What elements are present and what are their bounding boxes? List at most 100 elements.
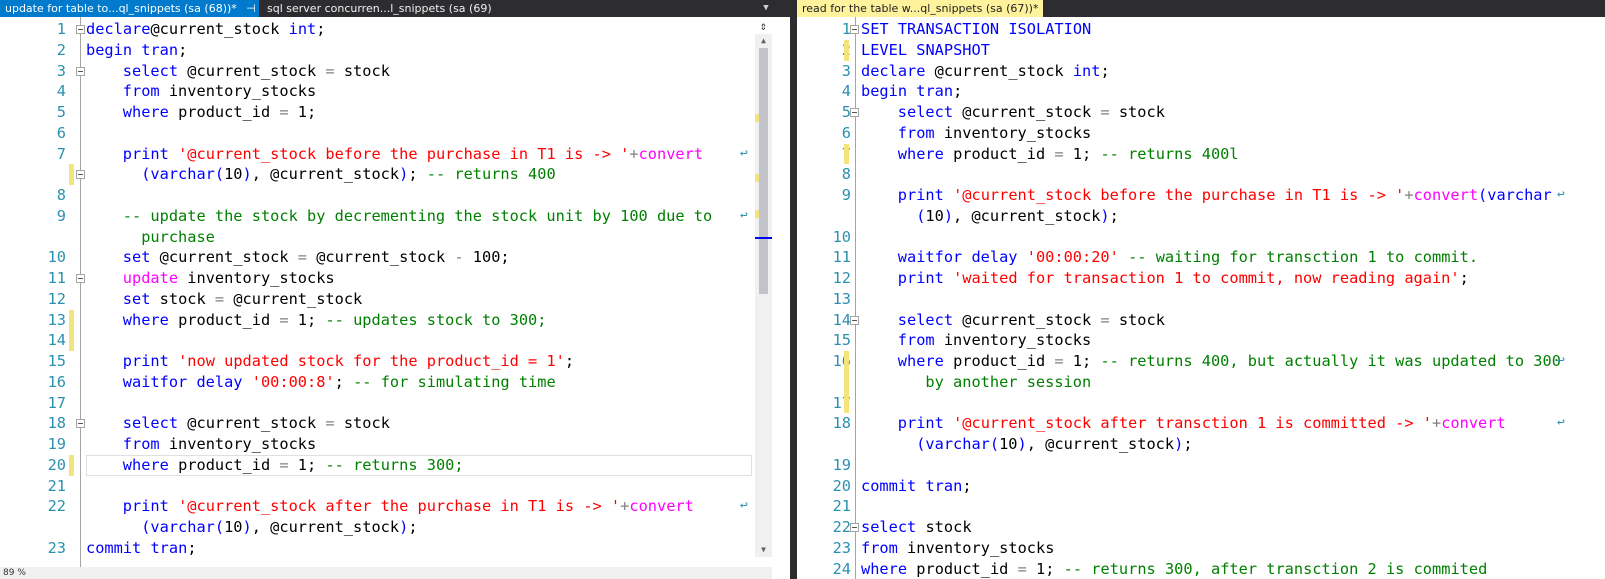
code-line[interactable]: 9 -- update the stock by decrementing the… xyxy=(0,206,790,227)
code-token: -- returns 400l xyxy=(1100,144,1239,163)
code-line[interactable]: 23 commit tran; xyxy=(0,538,790,559)
code-line[interactable]: 5 select @current_stock = stock xyxy=(797,102,1605,123)
code-line[interactable]: 2LEVEL SNAPSHOT xyxy=(797,39,1605,61)
scroll-down-icon[interactable]: ▼ xyxy=(755,543,772,557)
code-line[interactable]: 20 where product_id = 1; -- returns 300; xyxy=(0,454,790,476)
code-text: commit tran; xyxy=(86,538,197,559)
code-token: @current_stock xyxy=(150,20,289,38)
code-line[interactable]: 21 xyxy=(797,496,1605,517)
line-number: 13 xyxy=(832,289,851,308)
code-line[interactable]: 12 print 'waited for transaction 1 to com… xyxy=(797,268,1605,289)
code-line[interactable]: 7where product_id = 1; -- returns 400l xyxy=(797,143,1605,165)
code-line[interactable]: 8 xyxy=(0,185,790,206)
fold-collapse-icon[interactable] xyxy=(850,523,859,532)
code-token: = xyxy=(1054,352,1064,370)
code-line[interactable]: 19 from inventory_stocks xyxy=(0,434,790,455)
code-line[interactable]: 18 print '@current_stock after transction… xyxy=(797,413,1605,434)
code-line[interactable]: 17 xyxy=(0,393,790,414)
code-line[interactable]: 24 where product_id = 1; -- returns 300, … xyxy=(797,559,1605,579)
code-line[interactable]: 22 print '@current_stock after the purcha… xyxy=(0,496,790,517)
code-line[interactable]: 4 begin tran; xyxy=(797,81,1605,102)
code-line[interactable]: (varchar(10), @current_stock); xyxy=(0,517,790,538)
code-line[interactable]: 3 select @current_stock = stock xyxy=(0,61,790,82)
code-line[interactable]: purchase xyxy=(0,227,790,248)
code-line[interactable]: 1 SET TRANSACTION ISOLATION xyxy=(797,19,1605,40)
code-token: 10 xyxy=(925,206,944,225)
code-token: set xyxy=(122,248,151,267)
pin-icon[interactable]: ⊣ xyxy=(246,0,256,17)
left-code-editor[interactable]: 1 declare@current_stock int; 2 begin tran; 3… xyxy=(0,17,790,579)
fold-collapse-icon[interactable] xyxy=(76,419,85,429)
code-line[interactable]: 5 where product_id = 1; xyxy=(0,102,790,123)
code-line[interactable]: 13 xyxy=(797,289,1605,310)
code-line[interactable]: 2 begin tran; xyxy=(0,40,790,61)
code-line[interactable]: 1 declare@current_stock int; xyxy=(0,19,790,40)
left-horizontal-scrollbar[interactable] xyxy=(0,567,772,579)
code-line[interactable]: 12 set stock = @current_stock xyxy=(0,289,790,310)
code-line[interactable]: 4 from inventory_stocks xyxy=(0,81,790,102)
code-text: print 'waited for transaction 1 to commi… xyxy=(898,268,1469,289)
code-line[interactable]: 11 update inventory_stocks xyxy=(0,268,790,289)
code-line[interactable]: 8 xyxy=(797,164,1605,185)
code-line[interactable]: 6 from inventory_stocks xyxy=(797,123,1605,144)
code-line[interactable]: 11 waitfor delay '00:00:20' -- waiting fo… xyxy=(797,247,1605,268)
fold-collapse-icon[interactable] xyxy=(850,315,859,325)
code-line[interactable]: 10 set @current_stock = @current_stock - … xyxy=(0,247,790,268)
word-wrap-icon: ↩ xyxy=(740,207,748,223)
line-number: 21 xyxy=(832,497,851,516)
fold-collapse-icon[interactable] xyxy=(76,170,85,180)
code-line[interactable]: 16 waitfor delay '00:00:8'; -- for simula… xyxy=(0,372,790,393)
fold-collapse-icon[interactable] xyxy=(76,66,85,76)
code-line[interactable]: 7 print '@current_stock before the purcha… xyxy=(0,144,790,165)
code-line[interactable]: 16 where product_id = 1; -- returns 400, … xyxy=(797,351,1605,372)
code-line[interactable]: 3 declare @current_stock int; xyxy=(797,61,1605,82)
tab-list-dropdown-icon[interactable]: ▼ xyxy=(760,2,772,14)
code-line[interactable]: 14 xyxy=(0,330,790,351)
fold-collapse-icon[interactable] xyxy=(76,25,85,34)
tab-title: update for table to...ql_snippets (sa (6… xyxy=(5,2,237,15)
code-line[interactable]: (10), @current_stock); xyxy=(797,206,1605,227)
code-token: ; xyxy=(334,372,354,391)
code-line[interactable]: 21 xyxy=(0,476,790,497)
code-line[interactable]: 17 xyxy=(797,392,1605,414)
fold-collapse-icon[interactable] xyxy=(76,274,85,283)
code-line[interactable]: 15 from inventory_stocks xyxy=(797,330,1605,351)
code-line[interactable]: 9 print '@current_stock before the purcha… xyxy=(797,185,1605,206)
code-line[interactable]: 10 xyxy=(797,227,1605,248)
code-line[interactable]: by another session xyxy=(797,371,1605,393)
code-token: ; xyxy=(1183,435,1193,453)
code-token: ; xyxy=(178,40,188,59)
code-token: from xyxy=(122,435,160,453)
scroll-up-icon[interactable]: ▲ xyxy=(755,34,772,48)
tab-read-for-the-table[interactable]: read for the table w...ql_snippets (sa (… xyxy=(797,0,1043,17)
code-line[interactable]: 13 where product_id = 1; -- updates stock… xyxy=(0,309,790,331)
code-line[interactable]: 22 select stock xyxy=(797,517,1605,538)
code-line[interactable]: 6 xyxy=(0,123,790,144)
tab-sql-server-concurrency[interactable]: sql server concurren...l_snippets (sa (6… xyxy=(262,0,492,17)
code-line[interactable]: 20 commit tran; xyxy=(797,476,1605,497)
word-wrap-icon: ↩ xyxy=(1557,415,1565,431)
code-token: stock xyxy=(916,518,972,536)
scrollbar-thumb[interactable] xyxy=(759,48,768,294)
caret-position-marker xyxy=(755,237,772,239)
fold-collapse-icon[interactable] xyxy=(850,25,859,34)
tab-update-for-table[interactable]: update for table to...ql_snippets (sa (6… xyxy=(0,0,259,17)
code-line[interactable]: 14 select @current_stock = stock xyxy=(797,310,1605,331)
fold-collapse-icon[interactable] xyxy=(850,108,859,117)
code-line[interactable]: (varchar(10), @current_stock); xyxy=(797,434,1605,455)
code-token: (varchar xyxy=(1478,186,1552,204)
code-token: 1; xyxy=(1063,352,1101,370)
right-code-editor[interactable]: 1 SET TRANSACTION ISOLATION2LEVEL SNAPSHO… xyxy=(797,17,1605,579)
code-line[interactable]: (varchar(10), @current_stock); -- return… xyxy=(0,164,790,185)
code-token: inventory_stocks xyxy=(159,82,317,101)
code-line[interactable]: 15 print 'now updated stock for the produ… xyxy=(0,351,790,372)
code-line[interactable]: 23 from inventory_stocks xyxy=(797,538,1605,559)
zoom-level[interactable]: 89 % xyxy=(0,567,52,579)
line-number: 2 xyxy=(56,40,66,59)
split-window-icon[interactable]: ⇕ xyxy=(755,20,772,32)
pane-divider[interactable] xyxy=(790,0,797,579)
code-line[interactable]: 18 select @current_stock = stock xyxy=(0,413,790,434)
left-vertical-scrollbar[interactable]: ▲ ▼ xyxy=(755,34,772,557)
code-line[interactable]: 19 xyxy=(797,455,1605,476)
